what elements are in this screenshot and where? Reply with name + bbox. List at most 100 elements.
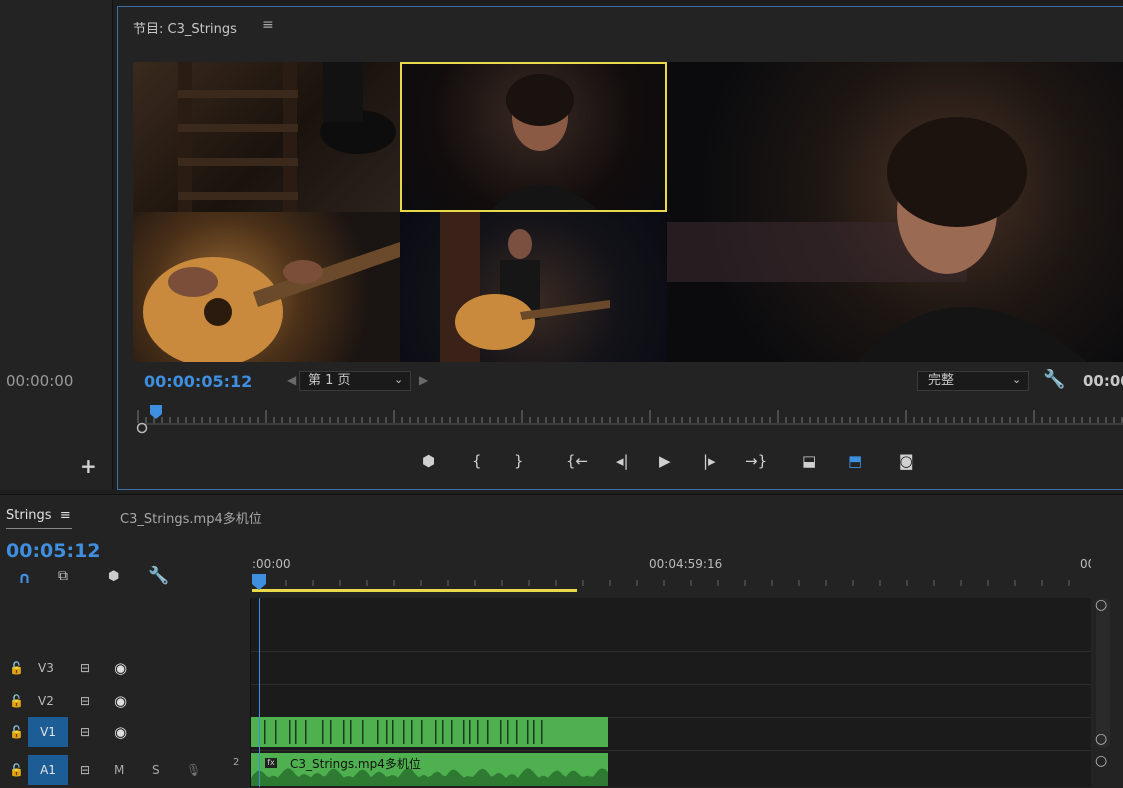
sequence-tab-label: Strings <box>6 508 52 523</box>
ladder-image <box>178 62 396 212</box>
ruler-start-label: :00:00 <box>252 557 291 571</box>
toggle-sync-icon[interactable]: ⊟ <box>80 725 90 739</box>
eye-icon[interactable]: ◉ <box>114 692 127 710</box>
fx-badge-icon: fx <box>265 758 277 768</box>
cut-mark <box>516 720 518 744</box>
cut-mark <box>421 720 423 744</box>
cut-mark <box>330 720 332 744</box>
cut-mark <box>451 720 453 744</box>
prev-page-icon[interactable]: ◀ <box>287 373 296 387</box>
wide-stage-image <box>440 212 610 362</box>
camera-angle-3[interactable] <box>133 212 400 362</box>
step-forward-icon[interactable]: |▸ <box>703 452 716 470</box>
cut-mark <box>305 720 307 744</box>
snap-magnet-icon[interactable]: ∩ <box>18 568 31 587</box>
go-to-in-icon[interactable]: {← <box>566 452 588 470</box>
cut-mark <box>533 720 535 744</box>
cut-mark <box>442 720 444 744</box>
track-name[interactable]: V2 <box>38 694 54 708</box>
vertical-scrollbar[interactable] <box>1096 598 1110 748</box>
multicam-cut-marks <box>264 720 543 744</box>
cut-mark <box>477 720 479 744</box>
next-page-icon[interactable]: ▶ <box>419 373 428 387</box>
camera-angle-4[interactable] <box>400 212 667 362</box>
audio-scroll-handle[interactable]: ○ <box>1095 753 1107 769</box>
add-button[interactable]: + <box>80 454 97 478</box>
lock-icon[interactable]: 🔓 <box>9 694 24 708</box>
chevron-down-icon[interactable]: ⌄ <box>394 373 403 386</box>
toggle-sync-icon[interactable]: ⊟ <box>80 661 90 675</box>
settings-wrench-icon[interactable]: 🔧 <box>1043 369 1065 390</box>
cut-mark <box>295 720 297 744</box>
cut-mark <box>541 720 543 744</box>
cut-mark <box>469 720 471 744</box>
cut-mark <box>264 720 266 744</box>
solo-button[interactable]: S <box>152 763 160 777</box>
duration-timecode: 00:00:05:12 <box>1083 372 1123 390</box>
cut-mark <box>403 720 405 744</box>
toggle-sync-icon[interactable]: ⊟ <box>80 694 90 708</box>
chevron-down-icon[interactable]: ⌄ <box>1012 373 1021 386</box>
add-marker-icon[interactable]: ⬢ <box>422 452 435 470</box>
work-area-bar[interactable] <box>252 589 577 592</box>
channel-count: 2 <box>233 757 240 768</box>
lock-icon[interactable]: 🔓 <box>9 661 24 675</box>
cut-mark <box>527 720 529 744</box>
monitor-time-ruler[interactable] <box>133 404 1123 434</box>
eye-icon[interactable]: ◉ <box>114 723 127 741</box>
panel-menu-icon[interactable]: ≡ <box>262 17 274 33</box>
track-name[interactable]: V3 <box>38 661 54 675</box>
step-back-icon[interactable]: ◂| <box>616 452 629 470</box>
mute-button[interactable]: M <box>114 763 124 777</box>
panel-menu-icon[interactable]: ≡ <box>60 508 71 523</box>
multicam-sequence-tab[interactable]: C3_Strings.mp4多机位 <box>120 508 262 527</box>
track-header-v3: 🔓 V3 ⊟ ◉ <box>0 653 250 683</box>
playhead-timecode[interactable]: 00:00:05:12 <box>144 372 252 391</box>
track-name[interactable]: A1 <box>28 755 68 785</box>
lock-icon[interactable]: 🔓 <box>9 763 24 777</box>
cut-mark <box>377 720 379 744</box>
in-point-handle[interactable] <box>136 422 148 434</box>
program-output-preview[interactable] <box>667 62 1123 362</box>
lock-icon[interactable]: 🔓 <box>9 725 24 739</box>
timeline-timecode[interactable]: 00:05:12 <box>6 540 101 562</box>
cut-mark <box>463 720 465 744</box>
go-to-out-icon[interactable]: →} <box>745 452 767 470</box>
eye-icon[interactable]: ◉ <box>114 659 127 677</box>
left-panel <box>0 0 113 490</box>
cut-mark <box>500 720 502 744</box>
export-frame-camera-icon[interactable]: ◙ <box>899 452 914 470</box>
left-timecode: 00:00:00 <box>6 372 74 390</box>
scrollbar-bottom-handle[interactable]: ○ <box>1095 731 1107 747</box>
scrollbar-top-handle[interactable]: ○ <box>1095 597 1107 613</box>
play-icon[interactable]: ▶ <box>659 452 671 470</box>
video-clip[interactable] <box>251 717 608 747</box>
camera-angle-2-active[interactable] <box>400 62 667 212</box>
playhead-line[interactable] <box>259 598 260 787</box>
track-name[interactable]: V1 <box>28 717 68 747</box>
timeline-playhead[interactable] <box>252 574 266 590</box>
ruler-ticks <box>137 410 1123 423</box>
timeline-ruler[interactable]: :00:00 00:04:59:16 00 <box>251 552 1091 598</box>
track-header-v2: 🔓 V2 ⊟ ◉ <box>0 686 250 716</box>
timeline-tools: ∩ ⧉ ⬢ 🔧 <box>0 566 250 592</box>
guitar-hands-image <box>143 242 400 362</box>
mark-in-icon[interactable]: { <box>472 452 482 470</box>
active-tab-underline <box>6 528 72 529</box>
sequence-tab[interactable]: Strings ≡ <box>6 508 71 523</box>
microphone-icon[interactable]: 🎙 <box>186 763 201 777</box>
cut-mark <box>392 720 394 744</box>
add-marker-icon[interactable]: ⬢ <box>108 569 119 584</box>
toggle-sync-icon[interactable]: ⊟ <box>80 763 90 777</box>
singer-closeup-image <box>400 62 667 212</box>
camera-angle-1[interactable] <box>133 62 400 212</box>
extract-icon[interactable]: ⬒ <box>848 452 862 470</box>
track-header-v1: 🔓 V1 ⊟ ◉ <box>0 717 250 747</box>
program-monitor-title[interactable]: 节目: C3_Strings <box>133 18 237 37</box>
video-frame[interactable] <box>133 62 1123 362</box>
monitor-playhead[interactable] <box>150 405 162 419</box>
linked-selection-icon[interactable]: ⧉ <box>58 568 68 584</box>
lift-icon[interactable]: ⬓ <box>802 452 816 470</box>
timeline-settings-wrench-icon[interactable]: 🔧 <box>148 566 169 586</box>
mark-out-icon[interactable]: } <box>514 452 524 470</box>
